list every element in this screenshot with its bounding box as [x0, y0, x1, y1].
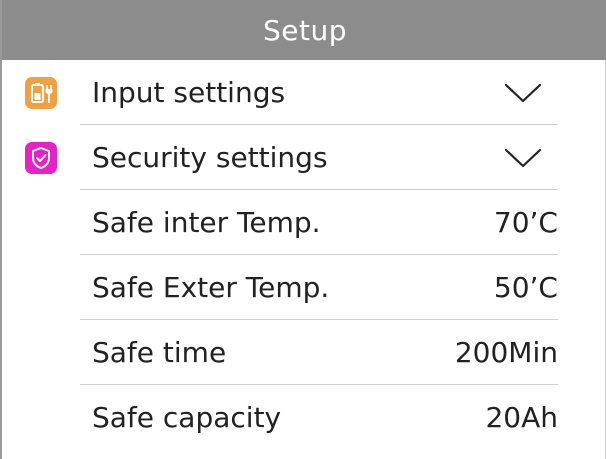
row-input-settings[interactable]: Input settings	[2, 60, 606, 125]
row-label: Input settings	[92, 76, 286, 109]
page-title: Setup	[263, 13, 347, 47]
setup-screen: Setup Input settings Security settings S…	[0, 0, 606, 459]
row-value[interactable]: 50’C	[494, 255, 558, 320]
header-bar: Setup	[2, 0, 606, 60]
row-label: Safe capacity	[92, 401, 282, 434]
row-label: Safe time	[92, 336, 227, 369]
row-value[interactable]: 20Ah	[485, 385, 558, 450]
row-label: Safe Exter Temp.	[92, 271, 330, 304]
row-safe-capacity[interactable]: Safe capacity 20Ah	[2, 385, 606, 450]
shield-check-icon	[25, 142, 57, 174]
row-label: Security settings	[92, 141, 328, 174]
row-label: Safe inter Temp.	[92, 206, 321, 239]
chevron-down-icon[interactable]	[504, 79, 542, 105]
battery-plug-icon	[25, 77, 57, 109]
row-safe-time[interactable]: Safe time 200Min	[2, 320, 606, 385]
row-safe-exter-temp[interactable]: Safe Exter Temp. 50’C	[2, 255, 606, 320]
row-value[interactable]: 70’C	[494, 190, 558, 255]
row-safe-inter-temp[interactable]: Safe inter Temp. 70’C	[2, 190, 606, 255]
row-value[interactable]: 200Min	[455, 320, 558, 385]
chevron-down-icon[interactable]	[504, 144, 542, 170]
row-security-settings[interactable]: Security settings	[2, 125, 606, 190]
